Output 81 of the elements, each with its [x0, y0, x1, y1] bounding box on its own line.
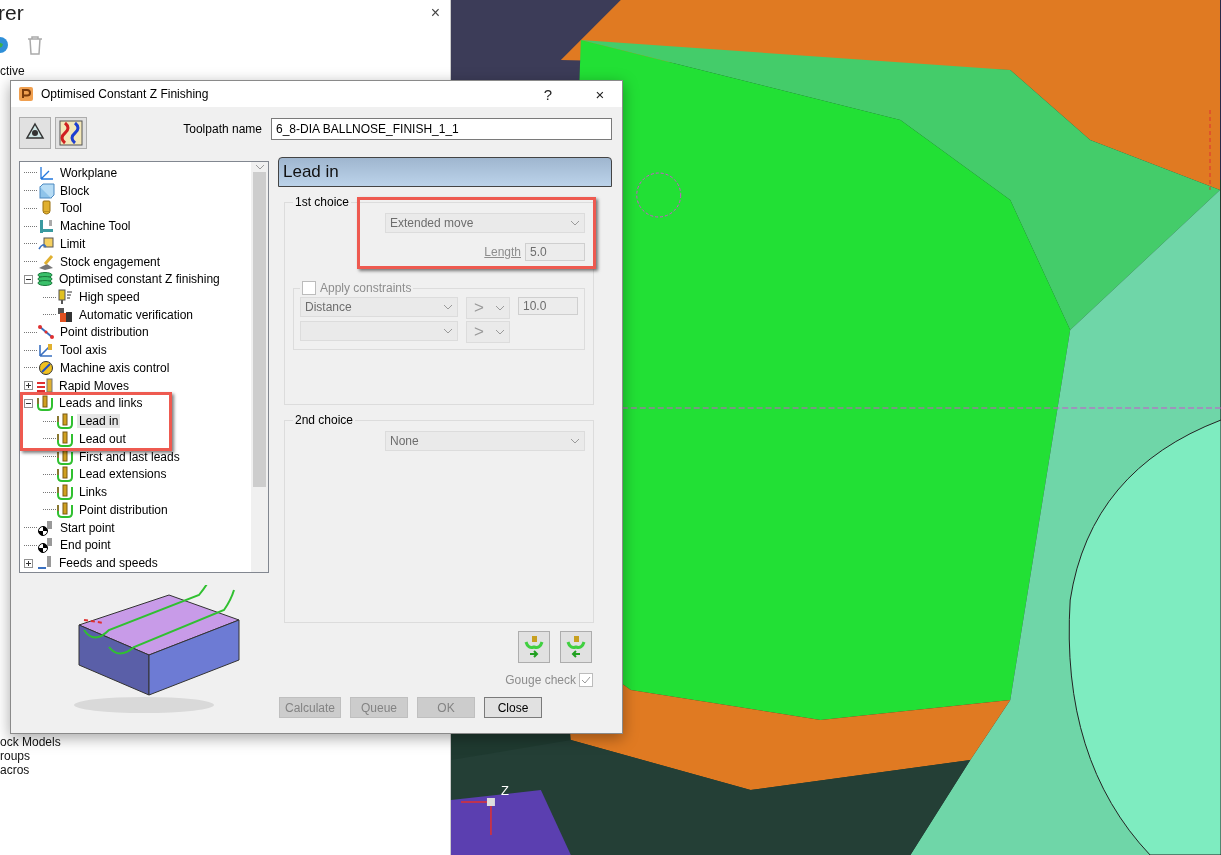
- panel-title: rer: [0, 1, 24, 25]
- tree-item[interactable]: Tool: [58, 201, 84, 216]
- tree-item[interactable]: Rapid Moves: [57, 378, 132, 393]
- tree-item[interactable]: Lead in: [77, 414, 121, 429]
- tree-item[interactable]: Limit: [58, 236, 88, 251]
- lead-arrow-icon: [566, 635, 586, 659]
- axis-triad-icon: [460, 798, 495, 836]
- trash-icon[interactable]: [26, 35, 44, 55]
- toolpath-button[interactable]: [55, 117, 87, 149]
- tree-item-icon: [37, 537, 55, 554]
- close-button[interactable]: ×: [578, 81, 622, 107]
- field-label: Toolpath name: [183, 122, 262, 136]
- tree-item[interactable]: Workplane: [58, 165, 120, 180]
- explorer-item[interactable]: acros: [0, 763, 61, 777]
- tree-item-icon: [56, 484, 74, 501]
- tree-item-icon: [56, 466, 74, 483]
- tree-item-icon: [36, 377, 54, 394]
- expand-icon[interactable]: [24, 558, 33, 568]
- tree-item-icon: [37, 342, 55, 359]
- close-button[interactable]: ×: [430, 4, 440, 22]
- tree-item-icon: [56, 501, 74, 518]
- tree-item[interactable]: High speed: [77, 290, 142, 304]
- move-dropdown[interactable]: None: [385, 431, 585, 451]
- tree-item[interactable]: Links: [77, 485, 109, 500]
- app-logo-icon: [19, 87, 33, 101]
- expand-icon[interactable]: [24, 381, 33, 391]
- tree-item-icon: [37, 235, 55, 252]
- collapse-icon[interactable]: [24, 398, 33, 408]
- checkbox-label: Gouge check: [505, 673, 576, 687]
- tree-item[interactable]: Feeds and speeds: [57, 556, 160, 570]
- tree-item-icon: [56, 413, 74, 430]
- tree-item[interactable]: Automatic verification: [77, 307, 196, 322]
- lead-back-button[interactable]: [560, 631, 592, 663]
- tree-item-icon: [56, 448, 74, 465]
- help-button[interactable]: ?: [526, 81, 570, 107]
- lead-forward-button[interactable]: [518, 631, 550, 663]
- collapse-icon[interactable]: [24, 274, 33, 284]
- toolpath-icon: [59, 120, 83, 146]
- tree-item[interactable]: Start point: [58, 520, 117, 535]
- tree-item-icon: [56, 430, 74, 447]
- tree-item-icon: [56, 289, 74, 305]
- tree-item-icon: [37, 164, 55, 181]
- tree-item[interactable]: Tool axis: [58, 343, 109, 358]
- tree-item-icon: [36, 271, 54, 288]
- tree-item[interactable]: Machine Tool: [58, 219, 133, 234]
- tree-item-icon: [37, 182, 55, 199]
- lead-arrow-icon: [524, 635, 544, 659]
- axis-label: Z: [500, 783, 509, 798]
- tree-item-icon: [37, 218, 55, 235]
- section-header: Lead in: [278, 157, 612, 187]
- group-title: 2nd choice: [294, 413, 355, 427]
- explorer-item[interactable]: roups: [0, 749, 61, 763]
- group-title: 1st choice: [294, 195, 351, 209]
- tree-item[interactable]: Machine axis control: [58, 360, 172, 375]
- tree-item[interactable]: First and last leads: [77, 449, 182, 464]
- toolpath-name-field[interactable]: 6_8-DIA BALLNOSE_FINISH_1_1: [271, 118, 612, 140]
- tree-item[interactable]: Point distribution: [77, 502, 170, 517]
- check-icon: [581, 675, 591, 685]
- tree-item[interactable]: Leads and links: [57, 396, 145, 411]
- tree-item-icon: [36, 395, 54, 412]
- tree-item[interactable]: Lead extensions: [77, 467, 169, 482]
- explorer-item[interactable]: ctive: [0, 64, 450, 78]
- tree-item-icon: [37, 519, 55, 536]
- field-label: Length: [484, 245, 521, 259]
- tree-item-icon: [56, 306, 74, 323]
- tool-outline: [636, 172, 682, 218]
- tree-item[interactable]: End point: [58, 538, 113, 553]
- tree-item[interactable]: Block: [58, 183, 92, 198]
- tree-item-icon: [37, 359, 55, 376]
- dialog-button[interactable]: Close: [484, 697, 542, 718]
- dialog-title: Optimised Constant Z Finishing: [41, 87, 210, 101]
- tree-item[interactable]: Optimised constant Z finishing: [57, 272, 222, 287]
- checkbox-label: Apply constraints: [320, 281, 412, 295]
- explorer-item[interactable]: ock Models: [0, 735, 61, 749]
- tree-item-icon: [37, 324, 55, 341]
- tree-item[interactable]: Stock engagement: [58, 254, 163, 269]
- tree-item-icon: [36, 555, 54, 571]
- scrollbar[interactable]: [251, 162, 268, 572]
- tree-item[interactable]: Lead out: [77, 431, 128, 446]
- tree-item-icon: [37, 253, 55, 270]
- tree-item[interactable]: Point distribution: [58, 325, 151, 340]
